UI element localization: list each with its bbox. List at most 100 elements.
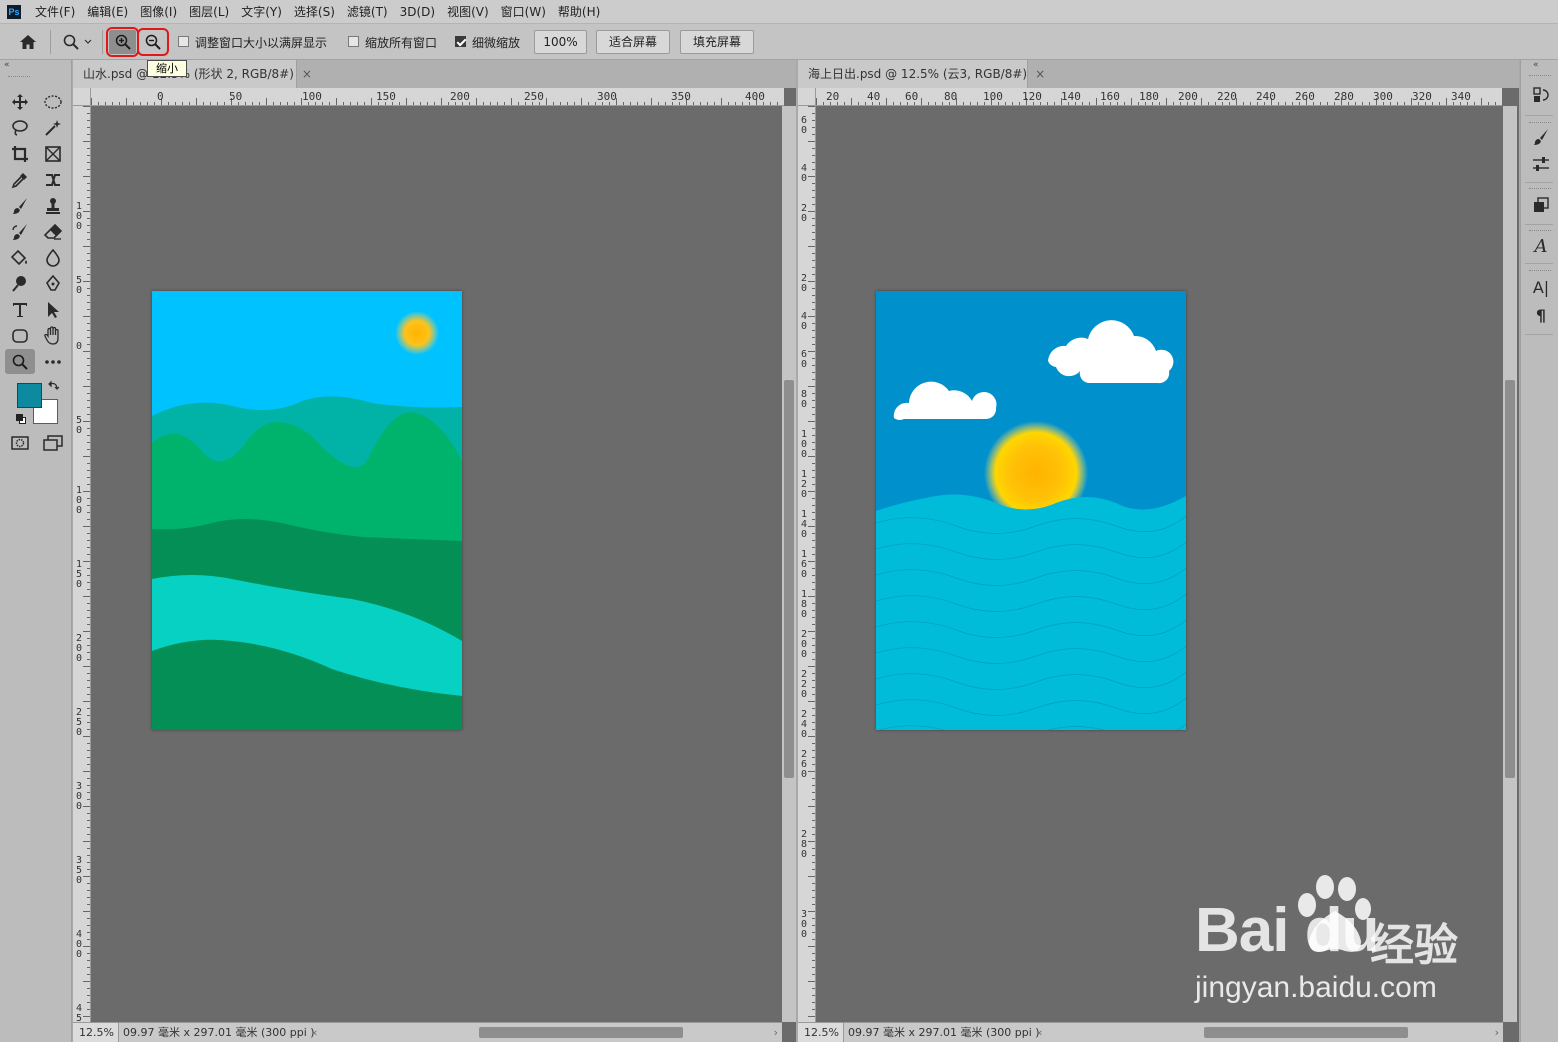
- close-tab-icon[interactable]: ×: [1035, 67, 1045, 81]
- vertical-scrollbar[interactable]: [782, 106, 796, 1022]
- history-brush-tool-icon[interactable]: [7, 220, 33, 244]
- history-panel-icon[interactable]: [1530, 84, 1552, 106]
- magic-wand-tool-icon[interactable]: [40, 116, 66, 140]
- scroll-right-icon[interactable]: ›: [774, 1023, 778, 1042]
- ruler-label: 20: [801, 273, 808, 294]
- ruler-label: 260: [1295, 90, 1315, 103]
- type-tool-icon[interactable]: [7, 298, 33, 322]
- document-tab-title: 海上日出.psd @ 12.5% (云3, RGB/8#): [808, 67, 1028, 81]
- swap-colors-icon[interactable]: [48, 380, 60, 392]
- zoom-field[interactable]: 12.5%: [73, 1023, 119, 1042]
- ruler-label: 200: [450, 90, 470, 103]
- ruler-label: 340: [1451, 90, 1471, 103]
- stamp-tool-icon[interactable]: [40, 194, 66, 218]
- ruler-label: 280: [801, 829, 808, 860]
- resize-windows-checkbox[interactable]: [178, 36, 189, 47]
- lasso-tool-icon[interactable]: [7, 116, 33, 140]
- home-icon[interactable]: [17, 32, 39, 52]
- more-tools-icon[interactable]: [40, 350, 66, 374]
- zoom-tool-icon[interactable]: [5, 349, 35, 374]
- horizontal-scrollbar-thumb[interactable]: [1204, 1027, 1408, 1038]
- photoshop-window: Ps 文件(F) 编辑(E) 图像(I) 图层(L) 文字(Y) 选择(S) 滤…: [0, 0, 1558, 1042]
- menu-select[interactable]: 选择(S): [294, 3, 335, 20]
- menu-help[interactable]: 帮助(H): [558, 3, 600, 20]
- canvas-sunrise[interactable]: [876, 291, 1186, 730]
- marquee-tool-icon[interactable]: [40, 90, 66, 114]
- default-colors-icon[interactable]: [15, 413, 27, 425]
- adjustments-icon[interactable]: [1530, 153, 1552, 175]
- ruler-label: 60: [801, 349, 808, 370]
- menu-type[interactable]: 文字(Y): [241, 3, 282, 20]
- character-panel-icon[interactable]: A|: [1530, 276, 1552, 298]
- document-tab-2[interactable]: 海上日出.psd @ 12.5% (云3, RGB/8#) ×: [798, 60, 1045, 88]
- watermark-url: jingyan.baidu.com: [1195, 971, 1437, 1004]
- horizontal-scrollbar-thumb[interactable]: [479, 1027, 683, 1038]
- menu-layer[interactable]: 图层(L): [189, 3, 229, 20]
- paragraph-panel-icon[interactable]: ¶: [1530, 304, 1552, 326]
- eyedropper-tool-icon[interactable]: [7, 168, 33, 192]
- menu-file[interactable]: 文件(F): [35, 3, 75, 20]
- vertical-ruler: 100 50 0 50 100 150 200 250 300 350 400 …: [73, 106, 91, 1022]
- zoom-100-button[interactable]: 100%: [534, 30, 587, 54]
- blur-tool-icon[interactable]: [40, 246, 66, 270]
- path-selection-tool-icon[interactable]: [40, 298, 66, 322]
- pen-tool-icon[interactable]: [40, 272, 66, 296]
- spot-healing-tool-icon[interactable]: [40, 168, 66, 192]
- fill-screen-button[interactable]: 填充屏幕: [680, 30, 754, 54]
- eraser-tool-icon[interactable]: [40, 220, 66, 244]
- document-window-1: 山水.psd @ 12.5% (形状 2, RGB/8#) × 0 50 100 …: [73, 60, 796, 1042]
- menu-window[interactable]: 窗口(W): [501, 3, 546, 20]
- paint-bucket-tool-icon[interactable]: [7, 246, 33, 270]
- zoom-field[interactable]: 12.5%: [798, 1023, 844, 1042]
- brush-settings-icon[interactable]: [1530, 126, 1552, 148]
- ruler-label: 100: [76, 485, 83, 516]
- scrubby-zoom-label: 细微缩放: [472, 36, 521, 50]
- tools-panel: «: [0, 60, 72, 1042]
- move-tool-icon[interactable]: [7, 90, 33, 114]
- status-arrow-icon[interactable]: ‹: [1038, 1023, 1042, 1042]
- close-tab-icon[interactable]: ×: [302, 67, 312, 81]
- menu-image[interactable]: 图像(I): [140, 3, 177, 20]
- fit-screen-button[interactable]: 适合屏幕: [596, 30, 670, 54]
- zoom-all-windows-label: 缩放所有窗口: [365, 36, 438, 50]
- screen-mode-icon[interactable]: [40, 431, 66, 455]
- status-arrow-icon[interactable]: ‹: [313, 1023, 317, 1042]
- zoom-all-windows-checkbox[interactable]: [348, 36, 359, 47]
- shape-tool-icon[interactable]: [7, 324, 33, 348]
- document-info[interactable]: 09.97 毫米 x 297.01 毫米 (300 ppi ): [123, 1023, 315, 1042]
- frame-tool-icon[interactable]: [40, 142, 66, 166]
- crop-tool-icon[interactable]: [7, 142, 33, 166]
- document-info[interactable]: 09.97 毫米 x 297.01 毫米 (300 ppi ): [848, 1023, 1040, 1042]
- dodge-tool-icon[interactable]: [7, 272, 33, 296]
- ruler-label: 0: [76, 341, 83, 352]
- ruler-label: 300: [76, 781, 83, 812]
- watermark-cn: 经验: [1370, 920, 1458, 971]
- glyphs-icon[interactable]: A: [1530, 235, 1552, 257]
- annotation-circle-zoom-in: [106, 27, 139, 57]
- ruler-label: 50: [76, 415, 83, 436]
- menu-filter[interactable]: 滤镜(T): [347, 3, 388, 20]
- ruler-label: 100: [801, 429, 808, 460]
- ruler-label: 180: [801, 589, 808, 620]
- zoom-tool-preset-icon[interactable]: [58, 30, 96, 54]
- quick-mask-icon[interactable]: [7, 431, 33, 455]
- scroll-right-icon[interactable]: ›: [1495, 1023, 1499, 1042]
- menu-3d[interactable]: 3D(D): [400, 5, 435, 19]
- canvas-landscape[interactable]: [152, 291, 462, 730]
- brush-tool-icon[interactable]: [7, 194, 33, 218]
- scrubby-zoom-checkbox[interactable]: [455, 36, 466, 47]
- watermark-brand: Bai du: [1195, 896, 1379, 965]
- ruler-label: 40: [801, 163, 808, 184]
- menu-edit[interactable]: 编辑(E): [87, 3, 128, 20]
- ruler-label: 100: [302, 90, 322, 103]
- ruler-label: 0: [157, 90, 164, 103]
- vertical-scrollbar[interactable]: [1503, 106, 1517, 1022]
- ruler-label: 50: [76, 275, 83, 296]
- hand-tool-icon[interactable]: [40, 324, 66, 348]
- ruler-label: 100: [76, 201, 83, 232]
- foreground-color-swatch[interactable]: [17, 383, 42, 408]
- clone-source-icon[interactable]: [1530, 194, 1552, 216]
- ruler-label: 100: [983, 90, 1003, 103]
- menu-view[interactable]: 视图(V): [447, 3, 489, 20]
- ruler-label: 60: [801, 115, 808, 136]
